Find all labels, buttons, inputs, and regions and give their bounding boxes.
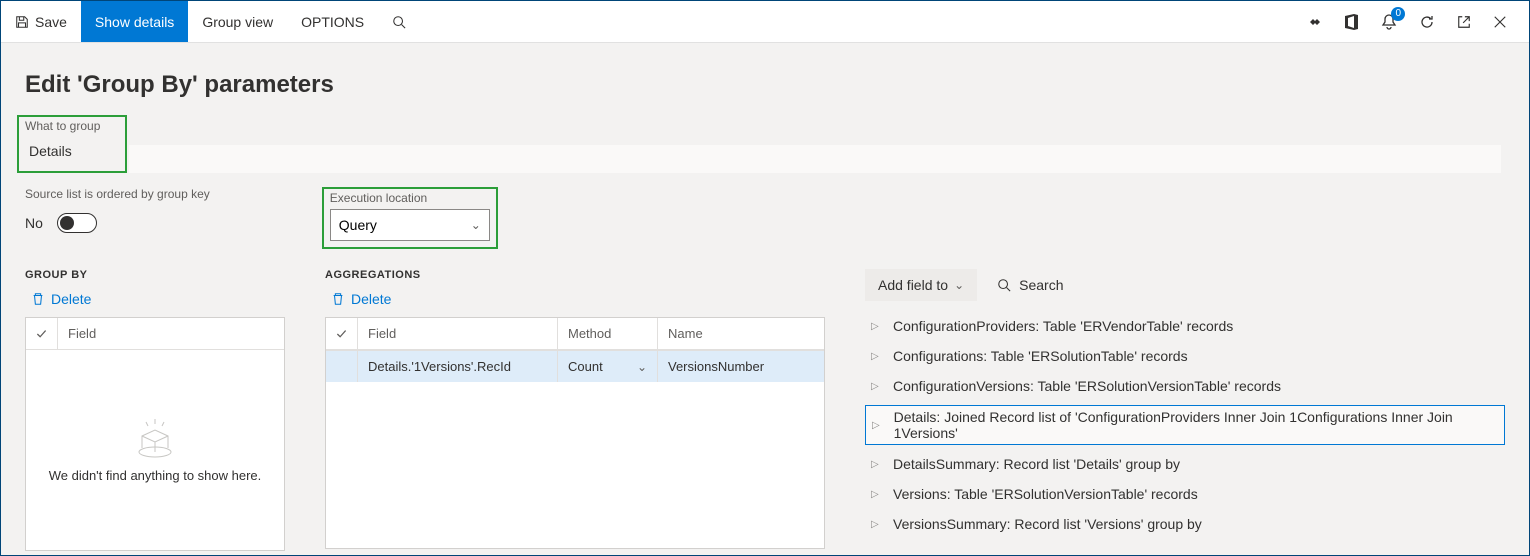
agg-row-name[interactable]: VersionsNumber — [658, 350, 824, 382]
ordered-value: No — [25, 215, 43, 231]
expand-icon[interactable]: ▷ — [871, 321, 881, 332]
field-tree-column: Add field to ⌄ Search ▷ ConfigurationProv… — [865, 269, 1505, 551]
notifications-icon[interactable]: 0 — [1381, 13, 1397, 31]
agg-name-header[interactable]: Name — [658, 318, 824, 349]
tree-list: ▷ ConfigurationProviders: Table 'ERVendor… — [865, 315, 1505, 535]
ordered-control: No — [25, 213, 210, 233]
exec-location-highlight: Execution location Query ⌄ — [322, 187, 498, 249]
agg-row-field[interactable]: Details.'1Versions'.RecId — [358, 350, 558, 382]
groupby-column: GROUP BY Delete Field We — [25, 269, 285, 551]
what-to-group-label: What to group — [25, 119, 119, 133]
expand-icon[interactable]: ▷ — [871, 381, 881, 392]
tree-item-label: Configurations: Table 'ERSolutionTable' … — [893, 348, 1188, 364]
groupby-grid-header: Field — [26, 318, 284, 350]
toolbar-right: 0 — [1307, 1, 1529, 42]
show-details-button[interactable]: Show details — [81, 1, 188, 42]
expand-icon[interactable]: ▷ — [871, 459, 881, 470]
agg-method-header[interactable]: Method — [558, 318, 658, 349]
chevron-down-icon: ⌄ — [954, 278, 964, 292]
trash-icon — [31, 292, 45, 306]
save-icon — [15, 15, 29, 29]
content-area: Edit 'Group By' parameters What to group… — [1, 43, 1529, 555]
tree-item[interactable]: ▷ VersionsSummary: Record list 'Versions'… — [865, 513, 1505, 535]
ordered-toggle[interactable] — [57, 213, 97, 233]
tree-item-label: Details: Joined Record list of 'Configur… — [894, 409, 1498, 441]
agg-field-header[interactable]: Field — [358, 318, 558, 349]
columns: GROUP BY Delete Field We — [25, 269, 1505, 551]
empty-box-icon — [132, 418, 178, 458]
agg-row[interactable]: Details.'1Versions'.RecId Count ⌄ Versio… — [326, 350, 824, 382]
expand-icon[interactable]: ▷ — [871, 489, 881, 500]
tree-item[interactable]: ▷ ConfigurationVersions: Table 'ERSolutio… — [865, 375, 1505, 397]
refresh-icon[interactable] — [1419, 14, 1435, 30]
ordered-label: Source list is ordered by group key — [25, 187, 210, 201]
chevron-down-icon: ⌄ — [471, 218, 481, 232]
exec-location-value: Query — [339, 217, 377, 233]
expand-icon[interactable]: ▷ — [871, 519, 881, 530]
expand-icon[interactable]: ▷ — [871, 351, 881, 362]
close-icon[interactable] — [1493, 15, 1507, 29]
agg-row-method[interactable]: Count ⌄ — [558, 350, 658, 382]
agg-delete-button[interactable]: Delete — [331, 291, 825, 307]
add-field-to-button[interactable]: Add field to ⌄ — [865, 269, 977, 301]
tree-search-label: Search — [1019, 277, 1063, 293]
groupby-delete-button[interactable]: Delete — [31, 291, 285, 307]
popout-icon[interactable] — [1457, 15, 1471, 29]
groupby-empty: We didn't find anything to show here. — [26, 350, 284, 550]
agg-delete-label: Delete — [351, 291, 391, 307]
add-field-to-label: Add field to — [878, 277, 948, 293]
expand-icon[interactable]: ▷ — [872, 420, 882, 431]
aggregations-column: AGGREGATIONS Delete Field Method Name — [325, 269, 825, 551]
toolbar-search-button[interactable] — [378, 1, 420, 42]
agg-heading: AGGREGATIONS — [325, 269, 825, 281]
tree-item-label: VersionsSummary: Record list 'Versions' … — [893, 516, 1202, 532]
what-to-group-highlight: What to group Details — [17, 115, 127, 173]
what-to-group-value[interactable]: Details — [25, 137, 119, 165]
options-button[interactable]: OPTIONS — [287, 1, 378, 42]
groupby-empty-text: We didn't find anything to show here. — [49, 468, 262, 483]
group-view-label: Group view — [202, 14, 273, 30]
tree-item-label: DetailsSummary: Record list 'Details' gr… — [893, 456, 1180, 472]
tree-item[interactable]: ▷ ConfigurationProviders: Table 'ERVendor… — [865, 315, 1505, 337]
chevron-down-icon: ⌄ — [637, 360, 647, 374]
groupby-field-header[interactable]: Field — [58, 318, 284, 349]
exec-location-label: Execution location — [330, 191, 490, 205]
agg-check-header[interactable] — [326, 318, 358, 349]
tree-search-button[interactable]: Search — [997, 277, 1063, 293]
agg-row-check[interactable] — [326, 350, 358, 382]
page-title: Edit 'Group By' parameters — [25, 71, 1505, 99]
save-button[interactable]: Save — [1, 1, 81, 42]
tree-item-label: Versions: Table 'ERSolutionVersionTable'… — [893, 486, 1198, 502]
trash-icon — [331, 292, 345, 306]
groupby-grid: Field We didn't find anything to show he… — [25, 317, 285, 551]
settings-row: Source list is ordered by group key No E… — [25, 187, 1505, 249]
toolbar-left: Save Show details Group view OPTIONS — [1, 1, 1307, 42]
tree-item-label: ConfigurationProviders: Table 'ERVendorT… — [893, 318, 1233, 334]
tree-item-label: ConfigurationVersions: Table 'ERSolution… — [893, 378, 1281, 394]
ordered-group: Source list is ordered by group key No — [25, 187, 210, 233]
options-label: OPTIONS — [301, 14, 364, 30]
groupby-delete-label: Delete — [51, 291, 91, 307]
exec-location-select[interactable]: Query ⌄ — [330, 209, 490, 241]
group-view-button[interactable]: Group view — [188, 1, 287, 42]
agg-grid: Field Method Name Details.'1Versions'.Re… — [325, 317, 825, 549]
search-icon — [392, 15, 406, 29]
groupby-check-header[interactable] — [26, 318, 58, 349]
groupby-heading: GROUP BY — [25, 269, 285, 281]
notifications-count: 0 — [1391, 7, 1405, 21]
tree-toolbar: Add field to ⌄ Search — [865, 269, 1505, 301]
search-icon — [997, 278, 1011, 292]
link-icon[interactable] — [1307, 14, 1323, 30]
agg-grid-header: Field Method Name — [326, 318, 824, 350]
agg-row-method-value: Count — [568, 359, 603, 374]
tree-item[interactable]: ▷ Configurations: Table 'ERSolutionTable'… — [865, 345, 1505, 367]
tree-item[interactable]: ▷ DetailsSummary: Record list 'Details' g… — [865, 453, 1505, 475]
tree-item[interactable]: ▷ Details: Joined Record list of 'Configu… — [865, 405, 1505, 445]
what-to-group-row-bg — [129, 145, 1501, 173]
office-icon[interactable] — [1345, 14, 1359, 30]
show-details-label: Show details — [95, 14, 174, 30]
tree-item[interactable]: ▷ Versions: Table 'ERSolutionVersionTable… — [865, 483, 1505, 505]
toolbar: Save Show details Group view OPTIONS 0 — [1, 1, 1529, 43]
save-label: Save — [35, 14, 67, 30]
